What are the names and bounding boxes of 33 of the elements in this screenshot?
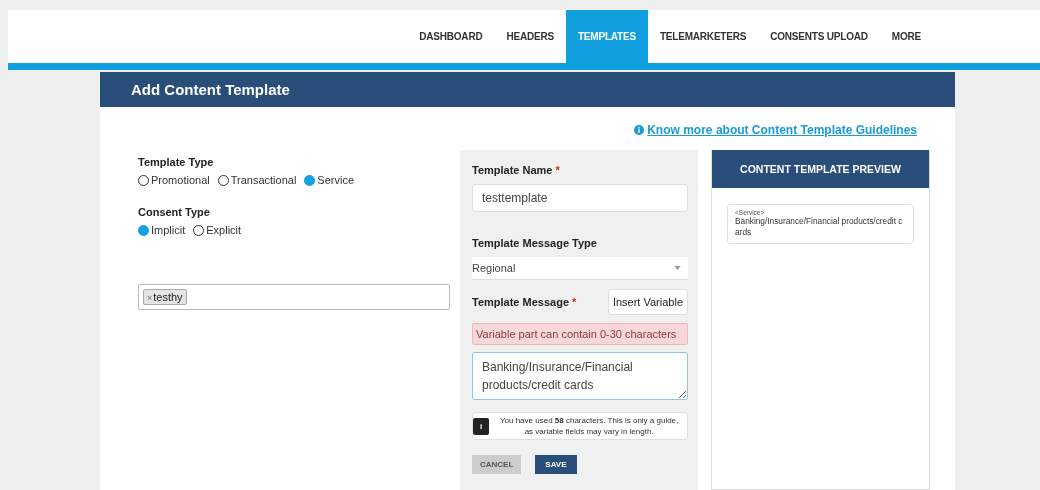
tag-input-field[interactable]: ×testhy (138, 284, 450, 310)
insert-variable-button[interactable]: Insert Variable (607, 289, 688, 315)
radio-option[interactable]: Service (304, 174, 354, 186)
info-icon (634, 124, 645, 135)
nav-tab[interactable]: HEADERS (494, 10, 566, 63)
field-label: Consent Type (138, 206, 211, 218)
radio-option[interactable]: Implicit (138, 224, 186, 236)
cancel-button[interactable]: CANCEL (472, 455, 522, 475)
tag-chip[interactable]: ×testhy (143, 289, 187, 305)
field-label: Template Message (472, 296, 569, 308)
info-text: You have used 58 characters. This is only a guide, as variable fields may vary in length. (498, 415, 680, 438)
card-title: Add Content Template (131, 81, 290, 98)
field-label: Template Type (138, 156, 215, 168)
info-icon: i (473, 417, 490, 435)
message-text-area[interactable]: Banking/Insurance/Financial products/credit cards (472, 352, 688, 400)
nav-tab[interactable]: MORE (879, 10, 933, 63)
radio-option[interactable]: Transactional (217, 174, 297, 186)
template-name-field[interactable]: testtemplate (472, 184, 688, 212)
preview-title: CONTENT TEMPLATE PREVIEW (740, 163, 901, 175)
required-mark: * (572, 296, 577, 308)
radio-option[interactable]: Promotional (138, 174, 210, 186)
nav-tab[interactable]: CONSENTS UPLOAD (758, 10, 880, 63)
nav-tab[interactable]: TELEMARKETERS (647, 10, 759, 63)
alert-message: Variable part can contain 0-30 characters (472, 323, 688, 345)
caret-icon (674, 266, 681, 270)
required-mark: * (555, 164, 560, 176)
field-label: Template Name (472, 164, 553, 176)
nav-tab[interactable]: DASHBOARD (407, 10, 495, 63)
save-button[interactable]: SAVE (535, 455, 577, 475)
radio-option[interactable]: Explicit (193, 224, 242, 236)
field-label: Template Message Type (472, 237, 597, 249)
message-type-dropdown[interactable]: Regional (472, 257, 688, 280)
preview-text: Banking/Insurance/Financial products/credit cards (735, 216, 904, 238)
